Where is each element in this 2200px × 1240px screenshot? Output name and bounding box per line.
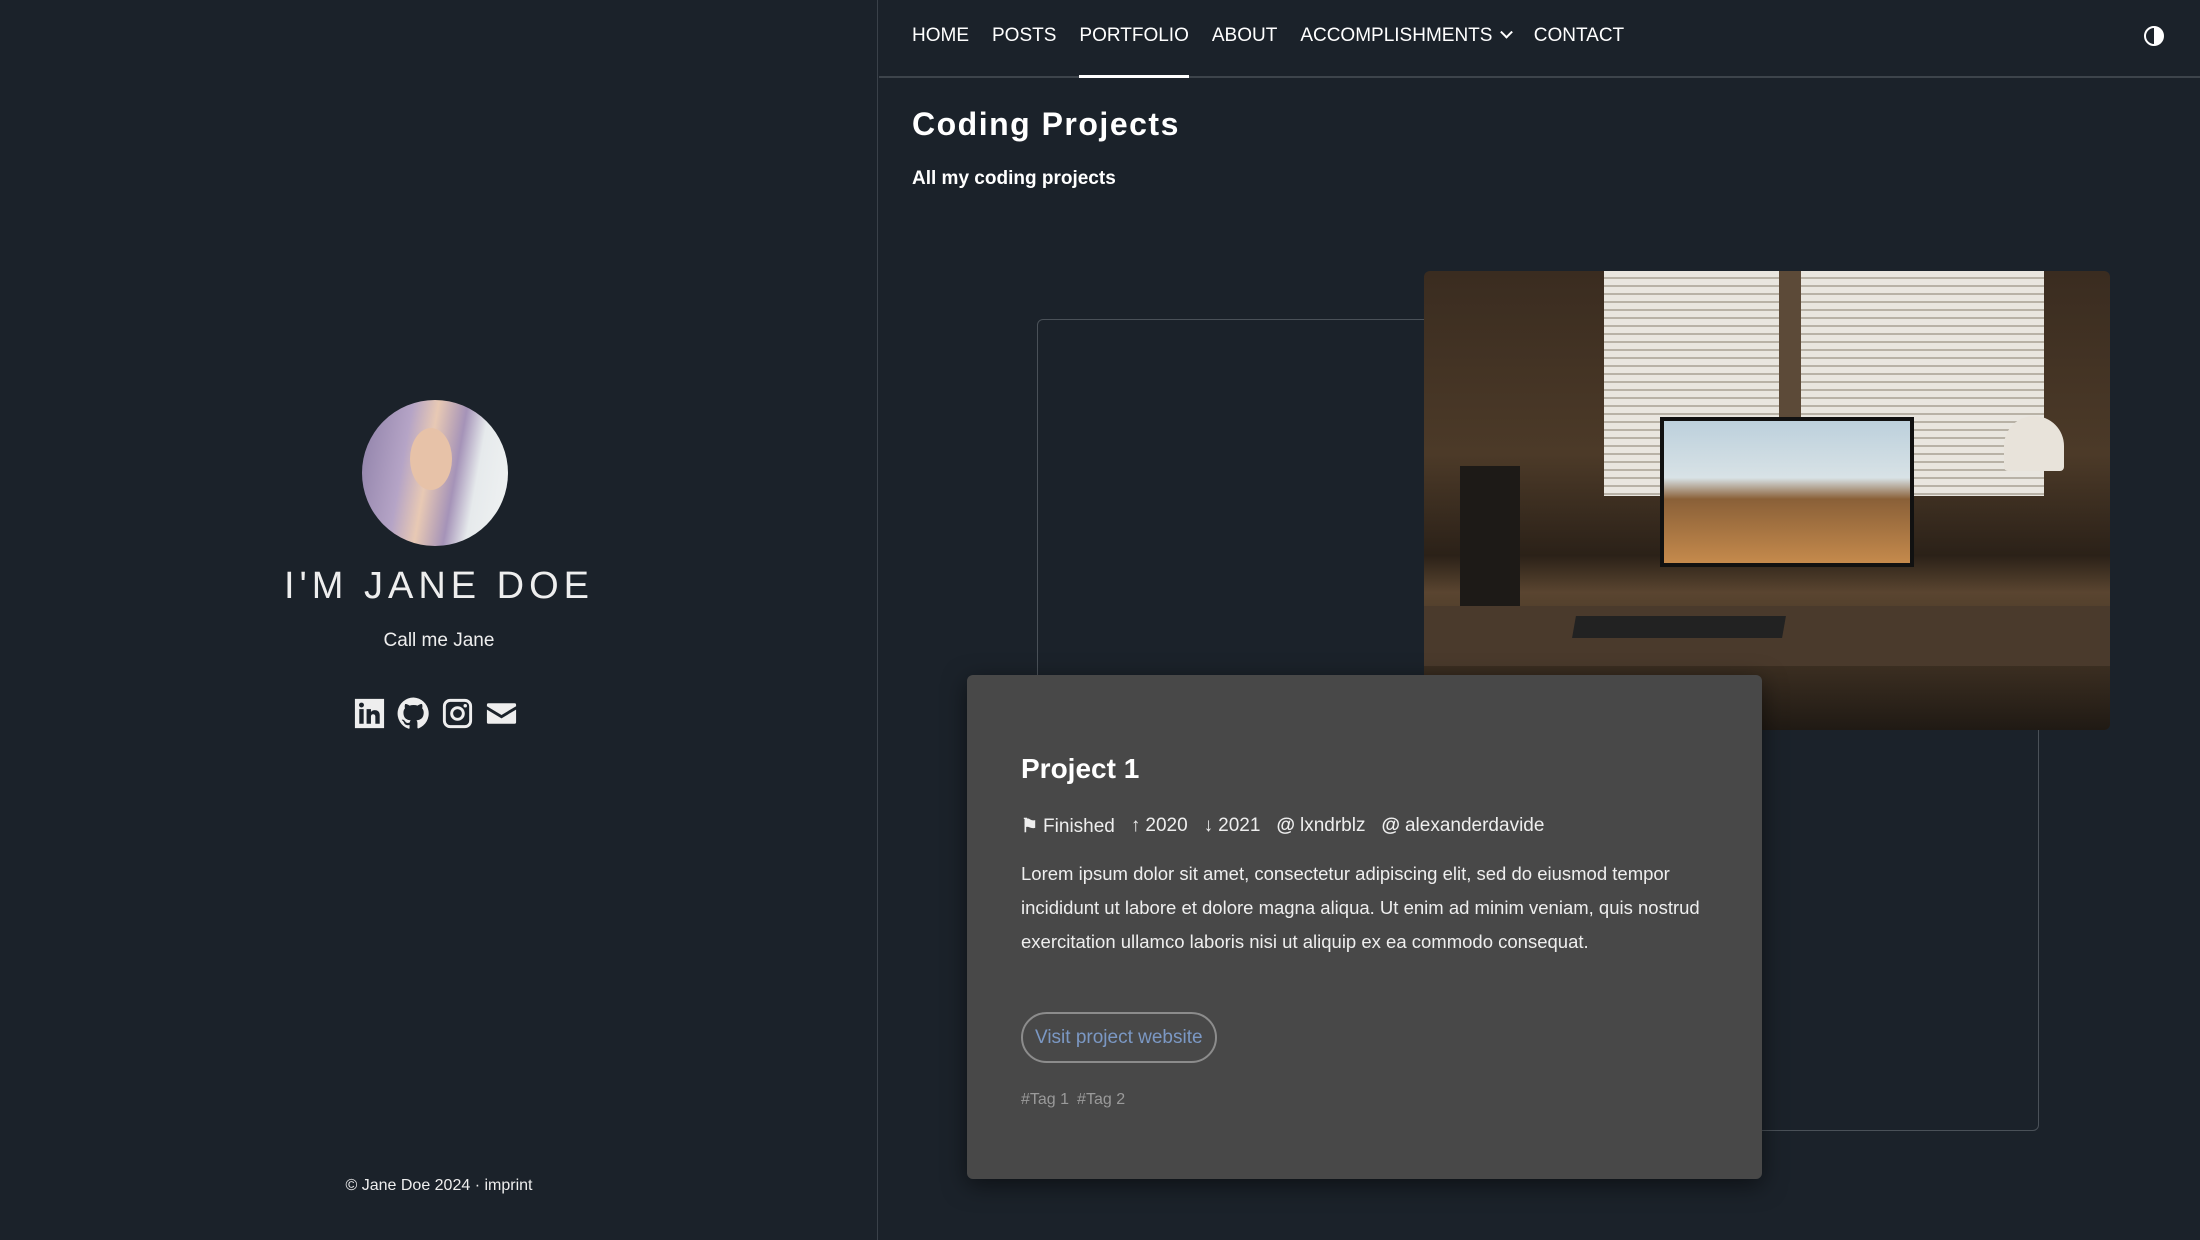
at-icon: @: [1381, 815, 1400, 836]
theme-toggle-icon[interactable]: [2144, 26, 2164, 46]
separator: ·: [474, 1177, 481, 1194]
project-end: 2021: [1218, 815, 1261, 836]
project-status: Finished: [1043, 816, 1115, 837]
nav-posts[interactable]: POSTS: [992, 25, 1056, 77]
tag-link[interactable]: #Tag 1: [1021, 1091, 1069, 1109]
nav-about[interactable]: ABOUT: [1212, 25, 1277, 77]
imprint-link[interactable]: imprint: [484, 1177, 532, 1194]
project-meta: ⚑ Finished ↑ 2020 ↓ 2021 @ lxndrblz @ alexand…: [1021, 815, 1544, 838]
top-nav: HOME POSTS PORTFOLIO ABOUT ACCOMPLISHMEN…: [879, 0, 2200, 78]
profile-name: I'M JANE DOE: [283, 565, 595, 607]
copyright: © Jane Doe 2024: [345, 1177, 471, 1194]
arrow-up-icon: ↑: [1130, 815, 1141, 836]
project-description: Lorem ipsum dolor sit amet, consectetur …: [1021, 863, 1700, 952]
project-start: 2020: [1145, 815, 1188, 836]
avatar: [362, 400, 508, 546]
page-title: Coding Projects: [912, 106, 1180, 142]
nav-contact[interactable]: CONTACT: [1534, 25, 1624, 77]
social-links: [352, 696, 519, 731]
email-icon[interactable]: [484, 696, 519, 731]
instagram-icon[interactable]: [440, 696, 475, 731]
tag-link[interactable]: #Tag 2: [1077, 1091, 1125, 1109]
project-title: Project 1: [1021, 753, 1140, 784]
chevron-down-icon: [1499, 25, 1513, 39]
visit-website-button[interactable]: Visit project website: [1021, 1012, 1217, 1063]
project-author[interactable]: lxndrblz: [1300, 815, 1365, 836]
project-tags: #Tag 1 #Tag 2: [1021, 1091, 1125, 1109]
page-subtitle: All my coding projects: [912, 168, 1116, 189]
arrow-down-icon: ↓: [1203, 815, 1214, 836]
nav-home[interactable]: HOME: [912, 25, 969, 77]
project-author[interactable]: alexanderdavide: [1405, 815, 1544, 836]
flag-checkered-icon: ⚑: [1021, 816, 1039, 837]
nav-accomplishments[interactable]: ACCOMPLISHMENTS: [1300, 25, 1513, 77]
nav-accomplishments-label: ACCOMPLISHMENTS: [1300, 25, 1493, 46]
profile-tagline: Call me Jane: [383, 630, 495, 651]
footer: © Jane Doe 2024 · imprint: [0, 1177, 878, 1195]
project-card: Project 1 ⚑ Finished ↑ 2020 ↓ 2021 @ lxndrbl…: [967, 675, 1762, 1179]
at-icon: @: [1276, 815, 1295, 836]
project-image: [1424, 271, 2110, 730]
linkedin-icon[interactable]: [352, 696, 387, 731]
github-icon[interactable]: [396, 696, 431, 731]
sidebar: I'M JANE DOE Call me Jane © Jane Doe 202…: [0, 0, 878, 1240]
nav-portfolio[interactable]: PORTFOLIO: [1079, 25, 1190, 78]
